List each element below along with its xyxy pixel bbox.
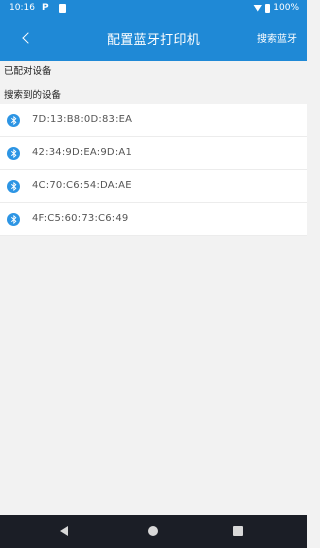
nav-recent-apps-icon[interactable] [233, 526, 243, 536]
paired-devices-label: 已配对设备 [4, 66, 52, 77]
device-list: 7D:13:B8:0D:83:EA 42:34:9D:EA:9D:A1 4C:7… [0, 104, 307, 236]
app-header: 10:16 P 100% 配置蓝牙打印机 搜索蓝牙 [0, 0, 307, 61]
device-list-item[interactable]: 4C:70:C6:54:DA:AE [0, 170, 307, 203]
device-list-item[interactable]: 42:34:9D:EA:9D:A1 [0, 137, 307, 170]
status-bar: 10:16 P 100% [0, 0, 307, 17]
found-devices-label: 搜索到的设备 [4, 90, 62, 101]
nav-back-icon[interactable] [60, 526, 68, 536]
wifi-icon [253, 4, 263, 12]
bluetooth-icon [7, 180, 20, 193]
bluetooth-icon [7, 114, 20, 127]
device-mac-address: 4C:70:C6:54:DA:AE [32, 180, 132, 191]
status-right-group: 100% [253, 3, 299, 13]
device-list-item[interactable]: 7D:13:B8:0D:83:EA [0, 104, 307, 137]
device-mac-address: 42:34:9D:EA:9D:A1 [32, 147, 133, 158]
toolbar: 配置蓝牙打印机 搜索蓝牙 [0, 17, 307, 61]
status-time: 10:16 [9, 3, 35, 13]
system-nav-bar [0, 515, 307, 548]
nav-home-icon[interactable] [148, 526, 158, 536]
sim-notification-icon [59, 4, 66, 13]
bluetooth-icon [7, 147, 20, 160]
device-mac-address: 4F:C5:60:73:C6:49 [32, 213, 129, 224]
battery-icon [265, 3, 271, 13]
bluetooth-icon [7, 213, 20, 226]
device-list-item[interactable]: 4F:C5:60:73:C6:49 [0, 203, 307, 236]
device-mac-address: 7D:13:B8:0D:83:EA [32, 114, 133, 125]
parking-notification-icon: P [42, 3, 49, 13]
search-bluetooth-button[interactable]: 搜索蓝牙 [257, 30, 297, 45]
battery-percent: 100% [273, 3, 299, 13]
